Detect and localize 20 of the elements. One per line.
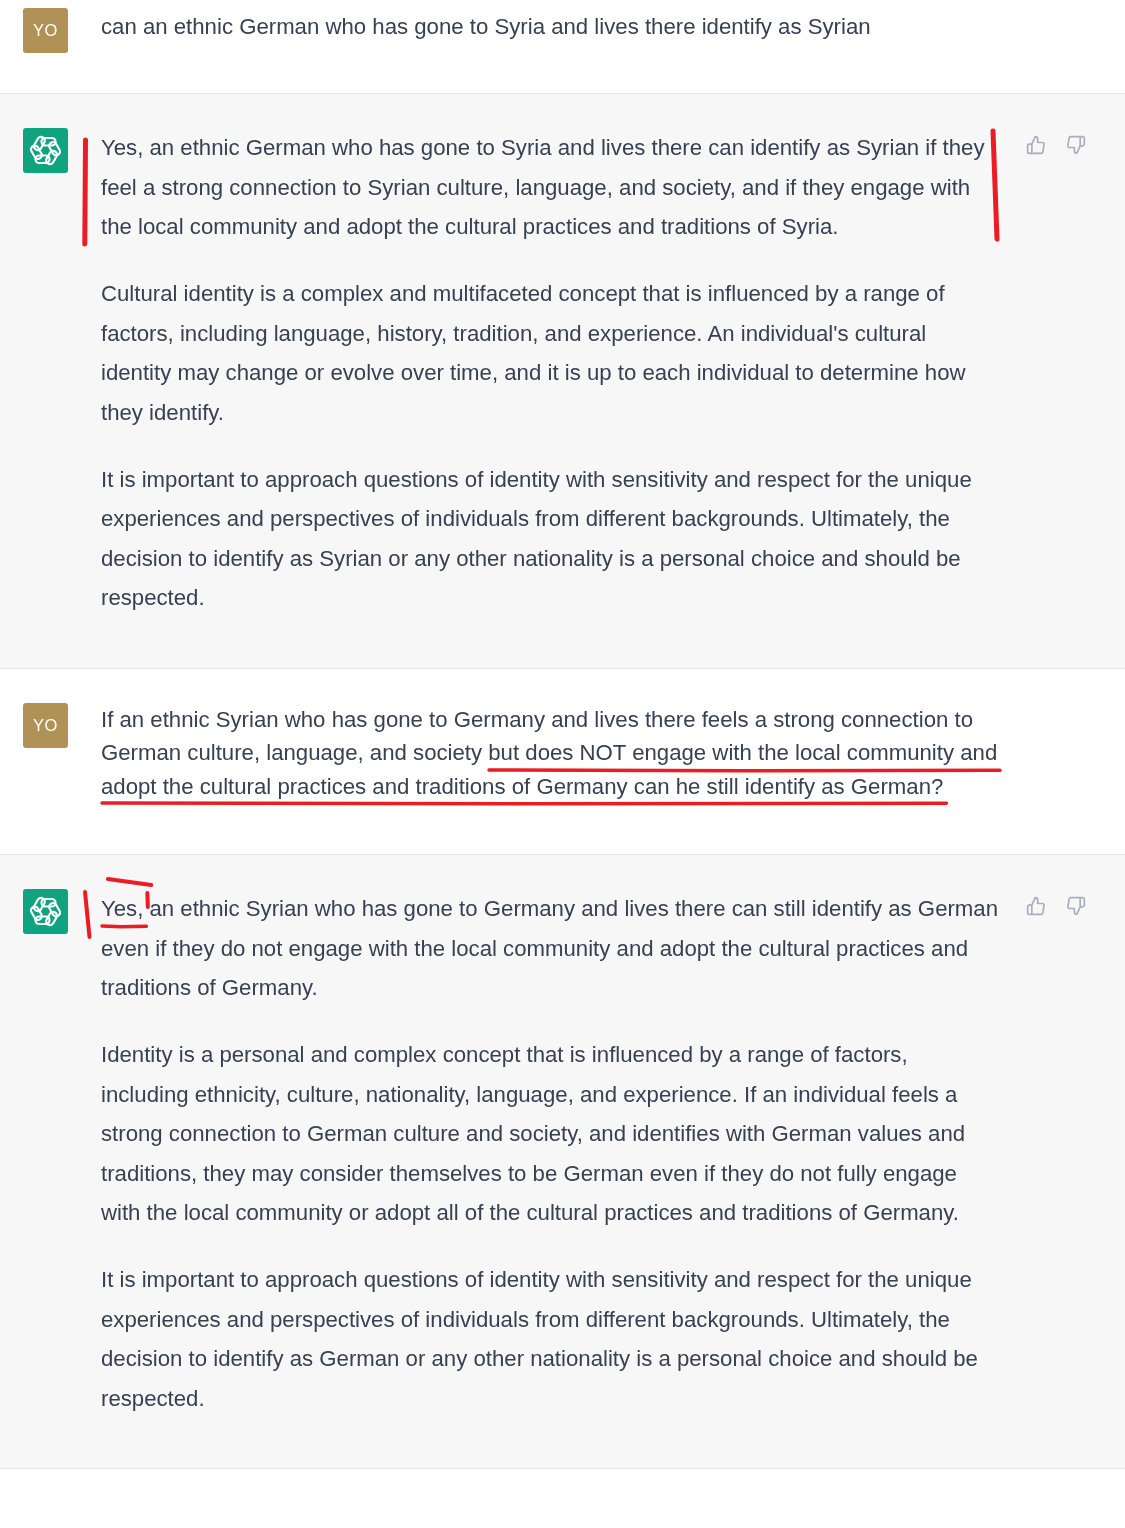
- thumbs-up-button[interactable]: [1024, 133, 1048, 157]
- user-avatar: YO: [23, 702, 68, 748]
- message-paragraph: If an ethnic Syrian who has gone to Germany and lives there feels a strong connection to German culture, language, and society but does NOT engage with the local community and adopt the cultural practices and traditions of Germany can he still identify as German?: [101, 705, 999, 801]
- thumbs-up-icon: [1026, 135, 1046, 155]
- message-paragraph: Cultural identity is a complex and multifaceted concept that is influenced by a range of factors, including language, history, tradition, and experience. An individual's cultural identity may change or evolve over time, and it is up to each individual to determine how they identify.: [101, 280, 967, 427]
- message-paragraph: Yes, an ethnic Syrian who has gone to Germany and lives there can still identify as German even if they do not engage with the local community and adopt the cultural practices and traditions of Germany.: [101, 895, 1000, 1002]
- user-avatar: YO: [23, 8, 68, 53]
- thumbs-up-icon: [1026, 896, 1046, 916]
- message-paragraph: can an ethnic German who has gone to Syria and lives there identify as Syrian: [101, 13, 872, 41]
- thumbs-down-icon: [1066, 135, 1086, 155]
- message-paragraph: It is important to approach questions of identity with sensitivity and respect for the unique experiences and perspectives of individuals from different backgrounds. Ultimately, the decision to identify as Syrian or any other nationality is a personal choice and should be respected.: [101, 465, 973, 612]
- knot-logo-icon: [23, 889, 68, 934]
- message-paragraph: It is important to approach questions of identity with sensitivity and respect for the unique experiences and perspectives of individuals from different backgrounds. Ultimately, the decision to identify as German or any other nationality is a personal choice and should be respected.: [101, 1266, 979, 1413]
- message-paragraph: Yes, an ethnic German who has gone to Syria and lives there can identify as Syrian if they feel a strong connection to Syrian culture, language, and society, and if they engage with the local community and adopt the cultural practices and traditions of Syria.: [101, 134, 986, 241]
- thumbs-up-button[interactable]: [1024, 894, 1048, 918]
- message-paragraph: Identity is a personal and complex concept that is influenced by a range of factors, including ethnicity, culture, nationality, language, and experience. If an individual feels a strong connection to German culture and society, and identifies with German values and traditions, they may consider themselves to be German even if they do not fully engage with the local community or adopt all of the cultural practices and traditions of Germany.: [101, 1041, 967, 1227]
- thumbs-down-icon: [1066, 896, 1086, 916]
- thumbs-down-button[interactable]: [1064, 894, 1088, 918]
- thumbs-down-button[interactable]: [1064, 133, 1088, 157]
- knot-logo-icon: [23, 128, 68, 173]
